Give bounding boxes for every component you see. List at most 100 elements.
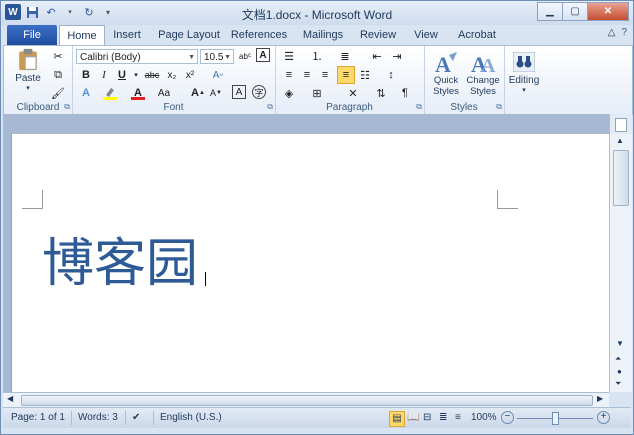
justify-icon[interactable]: ≡ (337, 66, 355, 84)
previous-page-icon[interactable]: ⏶ (615, 354, 621, 364)
select-browse-object-icon[interactable]: ● (617, 367, 622, 376)
align-right-icon[interactable]: ≡ (317, 67, 333, 83)
dialog-launcher-icon[interactable]: ⧉ (416, 102, 422, 112)
numbering-icon[interactable]: ⒈ (309, 48, 325, 64)
grow-font-size-icon[interactable]: A ▲ (190, 85, 206, 101)
increase-indent-icon[interactable]: ⇥ (389, 48, 405, 64)
shrink-font-icon[interactable]: A ▼ (208, 85, 224, 101)
dialog-launcher-icon[interactable]: ⧉ (64, 102, 70, 112)
scroll-left-icon[interactable]: ◀ (7, 394, 13, 403)
full-screen-reading-icon[interactable]: 📖 (407, 411, 419, 425)
scroll-right-icon[interactable]: ▶ (597, 394, 603, 403)
italic-icon[interactable]: I (96, 67, 112, 83)
format-painter-icon[interactable]: 🖌 (50, 85, 66, 101)
bold-icon[interactable]: B (78, 67, 94, 83)
tab-home[interactable]: Home (59, 25, 105, 45)
character-border-icon[interactable]: A (232, 85, 246, 99)
proofing-icon[interactable]: ✔ (125, 411, 140, 425)
enclose-characters-icon[interactable]: 字 (252, 85, 266, 99)
asian-layout-icon[interactable]: ✕ (345, 85, 361, 101)
font-color-icon[interactable]: A (130, 85, 146, 101)
dialog-launcher-icon[interactable]: ⧉ (496, 102, 502, 112)
zoom-out-icon[interactable]: − (501, 411, 514, 424)
distributed-icon[interactable]: ☷ (357, 67, 373, 83)
align-left-icon[interactable]: ≡ (281, 67, 297, 83)
borders-icon[interactable]: ⊞ (309, 85, 325, 101)
tab-references[interactable]: References (229, 25, 289, 45)
document-page[interactable]: 博客园 (11, 134, 610, 392)
highlight-icon[interactable] (102, 85, 118, 101)
editing-group: Editing ▾ (504, 46, 544, 114)
print-layout-icon[interactable]: ▤ (389, 411, 405, 427)
text-effects-icon[interactable]: A (78, 85, 94, 101)
tab-page-layout[interactable]: Page Layout (156, 25, 222, 45)
tab-insert[interactable]: Insert (107, 25, 147, 45)
tab-view[interactable]: View (408, 25, 444, 45)
dialog-launcher-icon[interactable]: ⧉ (267, 102, 273, 112)
change-styles-button[interactable]: A A Change Styles (464, 48, 502, 100)
maximize-icon[interactable]: ▢ (562, 2, 588, 21)
language[interactable]: English (U.S.) (153, 411, 222, 425)
subscript-icon[interactable]: x₂ (164, 67, 180, 83)
align-center-icon[interactable]: ≡ (299, 67, 315, 83)
tab-review[interactable]: Review (357, 25, 399, 45)
copy-icon[interactable]: ⧉ (50, 67, 66, 83)
grow-font-icon[interactable]: A (256, 48, 270, 62)
font-group: Calibri (Body) ▼ 10.5 ▼ ab c A B I U ▾ ab… (72, 46, 276, 114)
minimize-icon[interactable]: ▁ (537, 2, 563, 21)
clipboard-label: Clipboard (16, 102, 60, 113)
paragraph-group: ☰ ⒈ ≣ ⇤ ⇥ ≡ ≡ ≡ ≡ ☷ ↕ ◈ ⊞ ✕ ⇅ ¶ Paragrap… (275, 46, 425, 114)
font-name-value: Calibri (Body) (80, 52, 141, 63)
bullets-icon[interactable]: ☰ (281, 48, 297, 64)
cut-icon[interactable]: ✂ (50, 48, 66, 64)
clipboard-icon (19, 48, 37, 71)
document-text[interactable]: 博客园 (42, 234, 198, 294)
close-icon[interactable]: ✕ (587, 2, 629, 21)
binoculars-icon (513, 52, 535, 72)
multilevel-list-icon[interactable]: ≣ (337, 48, 353, 64)
editing-button[interactable]: Editing ▾ (506, 48, 542, 98)
scroll-thumb[interactable] (613, 150, 629, 206)
tab-acrobat[interactable]: Acrobat (453, 25, 501, 45)
font-size-value: 10.5 (204, 52, 224, 63)
shading-icon[interactable]: ◈ (281, 85, 297, 101)
zoom-in-icon[interactable]: + (597, 411, 610, 424)
ribbon-right-controls: △ ? (608, 27, 627, 38)
paste-button[interactable]: Paste ▾ (10, 48, 46, 92)
vertical-scrollbar[interactable]: ▲ ▼ ⏶ ● ⏷ (609, 134, 632, 392)
page-count[interactable]: Page: 1 of 1 (11, 411, 65, 425)
clear-formatting-icon[interactable]: Aᵕ (210, 67, 226, 83)
help-icon[interactable]: ? (621, 27, 627, 38)
ribbon: Paste ▾ ✂ ⧉ 🖌 Clipboard ⧉ Calibri (Body)… (3, 45, 633, 115)
sort-icon[interactable]: ⇅ (373, 85, 389, 101)
draft-icon[interactable]: ≡ (455, 411, 461, 425)
h-scroll-thumb[interactable] (21, 395, 593, 406)
change-case-icon[interactable]: ab c (237, 48, 253, 64)
font-name-combo[interactable]: Calibri (Body) ▼ (76, 49, 198, 64)
zoom-level[interactable]: 100% (471, 411, 497, 425)
change-case-aa-icon[interactable]: Aa (156, 85, 172, 101)
minimize-ribbon-icon[interactable]: △ (608, 27, 616, 38)
next-page-icon[interactable]: ⏷ (615, 379, 621, 389)
svg-text:A: A (481, 55, 496, 75)
scroll-up-icon[interactable]: ▲ (616, 136, 624, 145)
strikethrough-icon[interactable]: abc (144, 67, 160, 83)
tab-file[interactable]: File (7, 25, 57, 45)
quick-styles-button[interactable]: A Quick Styles (428, 48, 464, 100)
word-count[interactable]: Words: 3 (71, 411, 118, 425)
ribbon-tabs: File Home Insert Page Layout References … (1, 25, 633, 45)
chevron-down-icon[interactable]: ▾ (128, 67, 144, 83)
web-layout-icon[interactable]: ⊟ (423, 411, 431, 425)
superscript-icon[interactable]: x² (182, 67, 198, 83)
scroll-down-icon[interactable]: ▼ (616, 339, 624, 348)
zoom-slider-thumb[interactable] (552, 412, 559, 425)
decrease-indent-icon[interactable]: ⇤ (369, 48, 385, 64)
tab-mailings[interactable]: Mailings (298, 25, 348, 45)
paragraph-label: Paragraph (326, 102, 373, 113)
view-ruler-button[interactable] (609, 114, 632, 134)
line-spacing-icon[interactable]: ↕ (383, 67, 399, 83)
show-formatting-icon[interactable]: ¶ (397, 85, 413, 101)
outline-icon[interactable]: ≣ (439, 411, 447, 425)
font-size-combo[interactable]: 10.5 ▼ (200, 49, 234, 64)
horizontal-scrollbar[interactable]: ◀ ▶ (3, 392, 609, 407)
